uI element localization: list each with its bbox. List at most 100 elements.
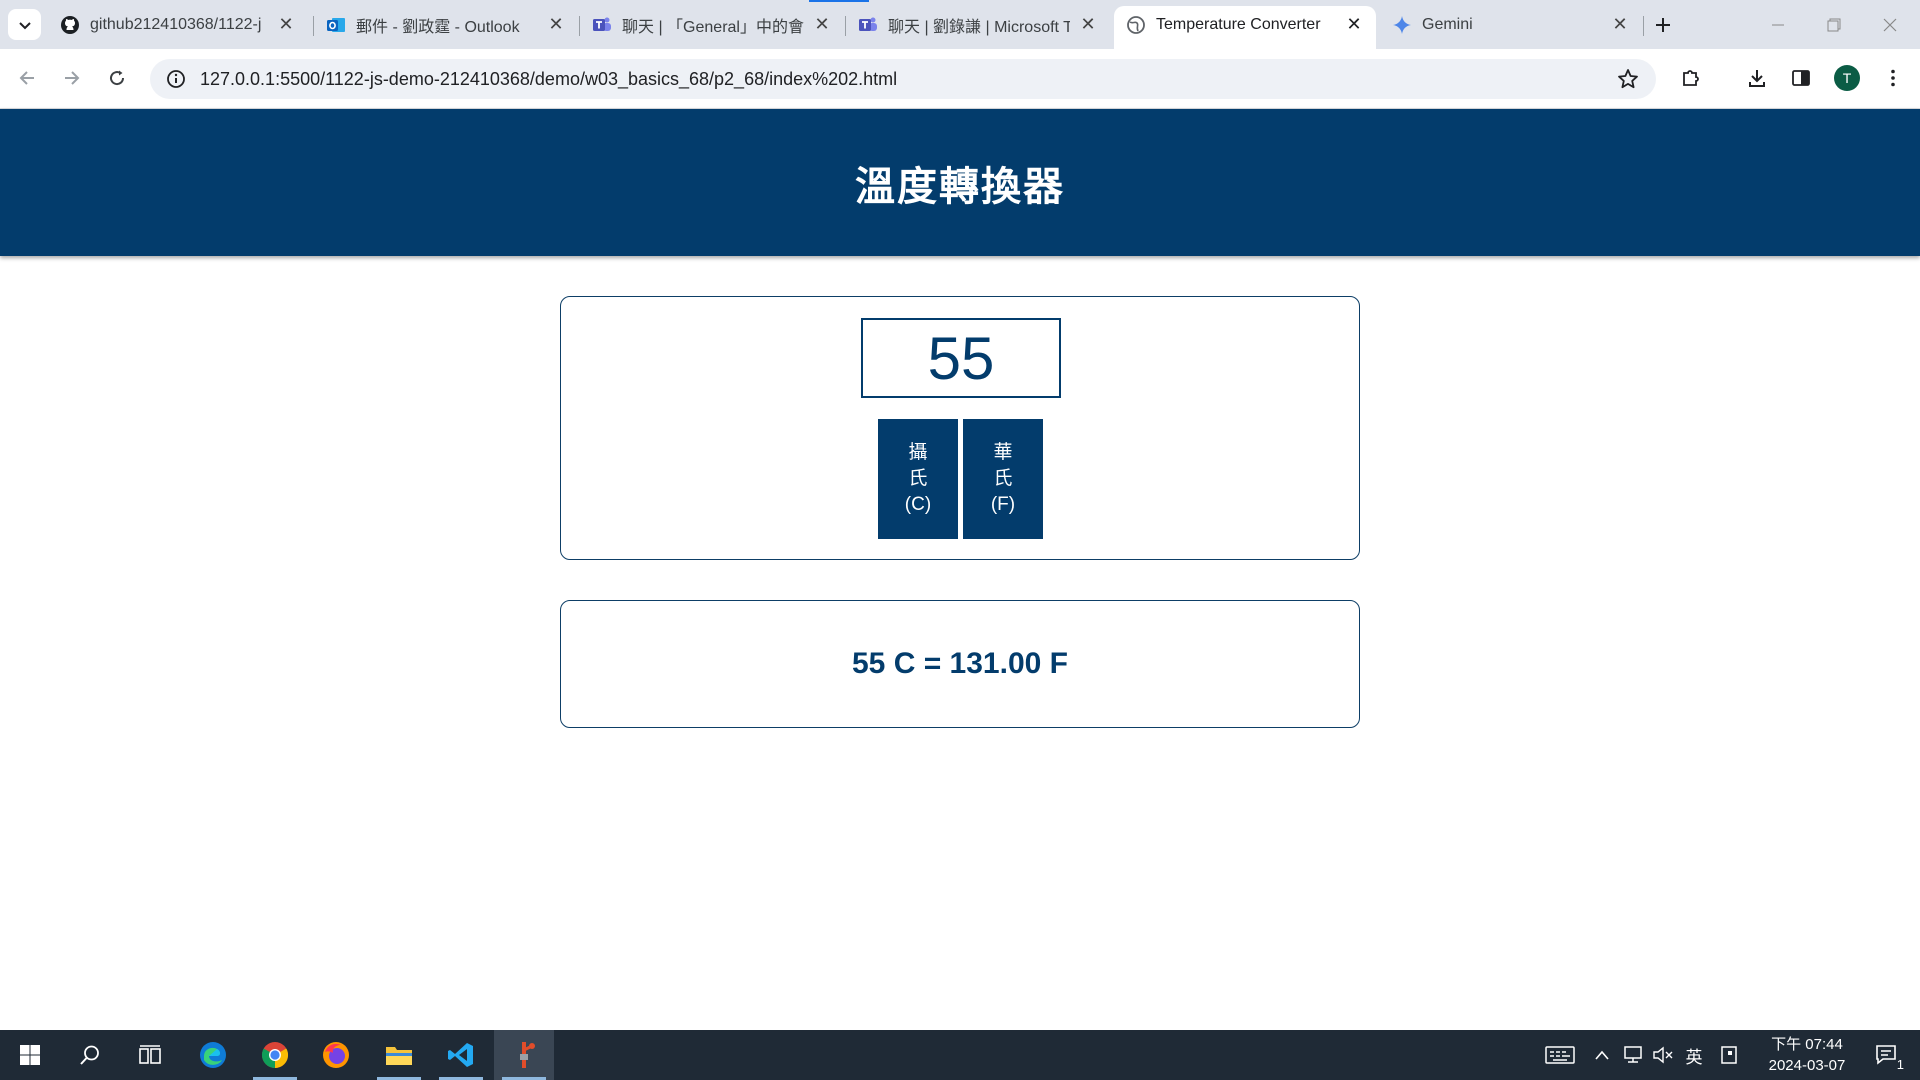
taskbar-chrome[interactable]: [245, 1030, 305, 1080]
taskbar-firefox[interactable]: [306, 1030, 366, 1080]
chrome-icon: [261, 1042, 289, 1069]
system-clock[interactable]: 下午 07:44 2024-03-07: [1752, 1034, 1862, 1076]
ime-mode-icon: [1721, 1046, 1737, 1064]
side-panel-button[interactable]: [1784, 61, 1818, 95]
windows-taskbar: 英 下午 07:44 2024-03-07 1: [0, 1030, 1920, 1080]
downloads-button[interactable]: [1740, 61, 1774, 95]
start-button[interactable]: [0, 1030, 60, 1080]
clock-time: 下午 07:44: [1771, 1036, 1843, 1053]
tab-title: Temperature Converter: [1156, 15, 1321, 33]
firefox-icon: [323, 1042, 349, 1068]
tab-outlook[interactable]: 郵件 - 劉政霆 - Outlook ✕: [314, 6, 578, 43]
forward-button[interactable]: [55, 61, 89, 95]
profile-avatar[interactable]: T: [1834, 65, 1860, 91]
converter-card: 攝 氏 (C) 華 氏 (F): [560, 296, 1360, 560]
taskbar-edge[interactable]: [183, 1030, 243, 1080]
taskbar-git[interactable]: [494, 1030, 554, 1080]
tab-title: 聊天 | 劉錄謙 | Microsoft T: [888, 18, 1070, 36]
arrow-right-icon: [65, 71, 80, 85]
tab-title: github212410368/1122-j: [90, 15, 262, 33]
close-tab-icon[interactable]: ✕: [1344, 14, 1364, 35]
new-tab-button[interactable]: [1648, 10, 1678, 40]
task-view-icon: [139, 1045, 161, 1064]
file-explorer-icon: [386, 1047, 412, 1065]
task-view-button[interactable]: [120, 1030, 180, 1080]
plus-icon: [1656, 18, 1670, 32]
browser-tab-strip: github212410368/1122-j ✕ 郵件 - 劉政霆 - Outl…: [0, 0, 1920, 49]
tab-github[interactable]: github212410368/1122-j ✕: [48, 6, 308, 43]
reload-button[interactable]: [100, 61, 134, 95]
touch-keyboard-button[interactable]: [1540, 1030, 1580, 1080]
notification-center-button[interactable]: 1: [1866, 1030, 1910, 1080]
ime-language-button[interactable]: 英: [1680, 1030, 1708, 1080]
tab-temperature-converter[interactable]: Temperature Converter ✕: [1114, 6, 1376, 49]
tab-title: 聊天 | 「General」中的會議: [622, 18, 804, 36]
volume-muted-icon: [1653, 1046, 1673, 1064]
close-tab-icon[interactable]: ✕: [276, 14, 296, 35]
browser-toolbar: 127.0.0.1:5500/1122-js-demo-212410368/de…: [0, 49, 1920, 109]
clock-date: 2024-03-07: [1768, 1057, 1846, 1074]
notification-count: 1: [1896, 1057, 1904, 1072]
close-icon: [1883, 18, 1897, 31]
tab-title: 郵件 - 劉政霆 - Outlook: [356, 18, 520, 36]
taskbar-vscode[interactable]: [431, 1030, 491, 1080]
tab-separator: [1643, 16, 1644, 36]
site-info-icon[interactable]: [156, 59, 196, 99]
page-header: 溫度轉換器: [0, 109, 1920, 256]
address-bar[interactable]: 127.0.0.1:5500/1122-js-demo-212410368/de…: [150, 59, 1656, 99]
temperature-input[interactable]: [861, 318, 1061, 398]
tab-search-button[interactable]: [8, 9, 41, 40]
chrome-menu-button[interactable]: [1876, 61, 1910, 95]
puzzle-icon: [1683, 70, 1699, 86]
minimize-button[interactable]: [1750, 0, 1806, 49]
teams-icon: [592, 15, 612, 35]
edge-icon: [200, 1042, 226, 1068]
ime-mode-button[interactable]: [1714, 1030, 1744, 1080]
celsius-button[interactable]: 攝 氏 (C): [878, 419, 958, 539]
reload-icon: [110, 70, 125, 86]
back-button[interactable]: [10, 61, 44, 95]
fahrenheit-button[interactable]: 華 氏 (F): [963, 419, 1043, 539]
volume-button[interactable]: [1648, 1030, 1678, 1080]
tab-teams-general[interactable]: 聊天 | 「General」中的會議 ✕: [580, 6, 844, 43]
minimize-icon: [1772, 24, 1784, 25]
url-text[interactable]: 127.0.0.1:5500/1122-js-demo-212410368/de…: [200, 69, 897, 90]
arrow-left-icon: [19, 71, 34, 85]
restore-button[interactable]: [1806, 0, 1862, 49]
conversion-result: 55 C = 131.00 F: [852, 647, 1068, 680]
button-label-line: 華: [993, 442, 1013, 463]
close-tab-icon[interactable]: ✕: [1610, 14, 1630, 35]
button-label-line: 氏: [908, 468, 928, 489]
windows-start-icon: [20, 1045, 40, 1065]
taskbar-file-explorer[interactable]: [369, 1030, 429, 1080]
button-label-line: (C): [904, 494, 932, 515]
outlook-icon: [326, 15, 346, 35]
button-label-line: (F): [990, 494, 1016, 515]
bookmark-star-icon[interactable]: [1616, 67, 1640, 91]
close-tab-icon[interactable]: ✕: [812, 14, 832, 35]
extensions-button[interactable]: [1674, 61, 1708, 95]
tab-gemini[interactable]: Gemini ✕: [1380, 6, 1642, 43]
keyboard-icon: [1545, 1046, 1575, 1064]
chevron-down-icon: [18, 21, 31, 29]
tray-overflow-button[interactable]: [1590, 1030, 1614, 1080]
kebab-menu-icon: [1891, 69, 1895, 87]
button-label-line: 攝: [908, 442, 928, 463]
result-card: 55 C = 131.00 F: [560, 600, 1360, 728]
close-window-button[interactable]: [1862, 0, 1918, 49]
github-icon: [60, 15, 80, 35]
tab-loading-indicator: [809, 0, 869, 2]
close-tab-icon[interactable]: ✕: [546, 14, 566, 35]
chevron-up-icon: [1595, 1050, 1609, 1060]
search-icon: [80, 1045, 99, 1065]
close-tab-icon[interactable]: ✕: [1078, 14, 1098, 35]
tab-teams-chat[interactable]: 聊天 | 劉錄謙 | Microsoft T ✕: [846, 6, 1110, 43]
tab-title: Gemini: [1422, 15, 1473, 33]
button-label-line: 氏: [993, 468, 1013, 489]
gemini-icon: [1392, 15, 1412, 35]
network-button[interactable]: [1618, 1030, 1648, 1080]
globe-icon: [1126, 15, 1146, 35]
teams-icon: [858, 15, 878, 35]
conversion-buttons: 攝 氏 (C) 華 氏 (F): [878, 419, 1043, 539]
taskbar-search-button[interactable]: [60, 1030, 120, 1080]
